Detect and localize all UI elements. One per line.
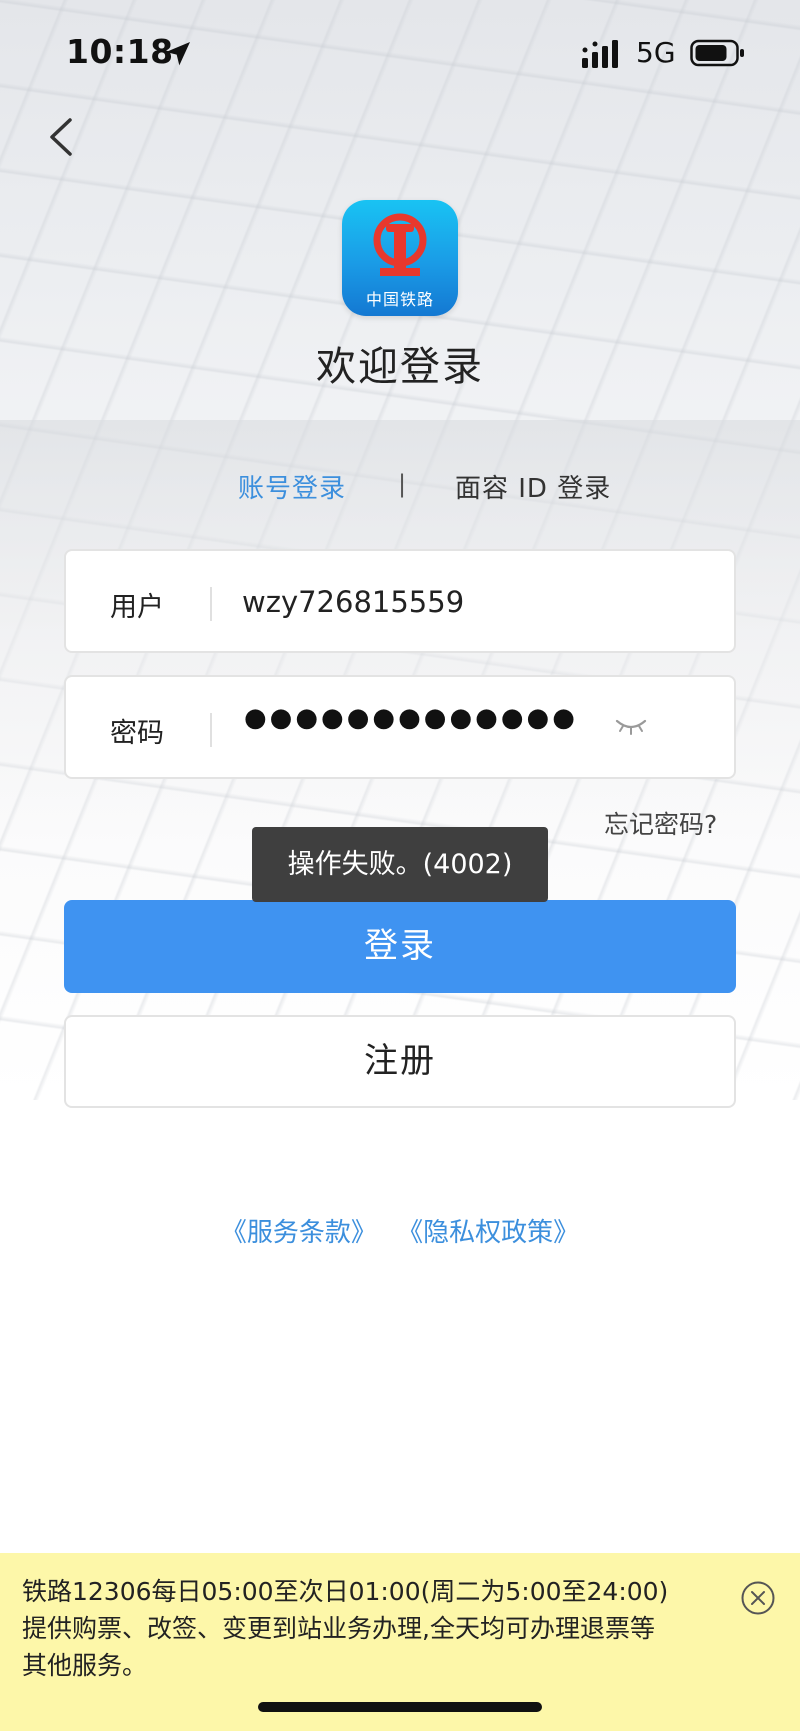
app-logo: 中国铁路 bbox=[342, 200, 458, 316]
error-toast: 操作失败。(4002) bbox=[252, 827, 548, 902]
notice-line-3: 其他服务。 bbox=[22, 1651, 148, 1680]
login-page: 10:18 5G 中国铁路 欢迎登录 账号登录 | 面容 ID 登录 用户 wz… bbox=[0, 0, 800, 1731]
notice-line-1: 铁路12306每日05:00至次日01:00(周二为5:00至24:00) bbox=[22, 1577, 669, 1606]
network-type: 5G bbox=[636, 36, 676, 69]
logo-text: 中国铁路 bbox=[365, 290, 434, 309]
eye-closed-icon[interactable] bbox=[614, 715, 648, 737]
china-railway-emblem-icon bbox=[373, 213, 427, 276]
notice-line-2: 提供购票、改签、变更到站业务办理,全天均可办理退票等 bbox=[22, 1614, 655, 1643]
signal-icon bbox=[582, 40, 618, 68]
login-method-tabs: 账号登录 | 面容 ID 登录 bbox=[0, 468, 800, 508]
register-button[interactable]: 注册 bbox=[64, 1015, 736, 1108]
status-time: 10:18 bbox=[66, 32, 174, 71]
username-input[interactable] bbox=[242, 575, 662, 629]
page-title: 欢迎登录 bbox=[316, 344, 484, 390]
username-label: 用户 bbox=[110, 592, 164, 623]
tab-account-login[interactable]: 账号登录 bbox=[238, 468, 346, 505]
password-field[interactable]: 密码 ●●●●●●●●●●●●● bbox=[64, 675, 736, 779]
password-label: 密码 bbox=[110, 718, 164, 749]
footer-links: 《服务条款》 《隐私权政策》 bbox=[0, 1212, 800, 1249]
tab-separator: | bbox=[398, 470, 407, 498]
close-circle-icon[interactable] bbox=[740, 1580, 776, 1616]
location-arrow-icon bbox=[166, 42, 190, 66]
forgot-password-link[interactable]: 忘记密码? bbox=[604, 805, 717, 841]
username-field[interactable]: 用户 bbox=[64, 549, 736, 653]
status-bar: 10:18 5G bbox=[0, 0, 800, 100]
privacy-policy-link[interactable]: 《隐私权政策》 bbox=[397, 1218, 579, 1248]
home-indicator[interactable] bbox=[258, 1702, 542, 1712]
notice-text: 铁路12306每日05:00至次日01:00(周二为5:00至24:00) 提供… bbox=[22, 1573, 722, 1684]
login-button[interactable]: 登录 bbox=[64, 900, 736, 993]
terms-of-service-link[interactable]: 《服务条款》 bbox=[221, 1218, 377, 1248]
field-divider bbox=[210, 713, 212, 747]
password-input[interactable]: ●●●●●●●●●●●●● bbox=[244, 703, 578, 733]
chevron-left-icon[interactable] bbox=[40, 112, 84, 162]
tab-face-id-login[interactable]: 面容 ID 登录 bbox=[455, 468, 611, 505]
battery-icon bbox=[690, 39, 744, 67]
field-divider bbox=[210, 587, 212, 621]
